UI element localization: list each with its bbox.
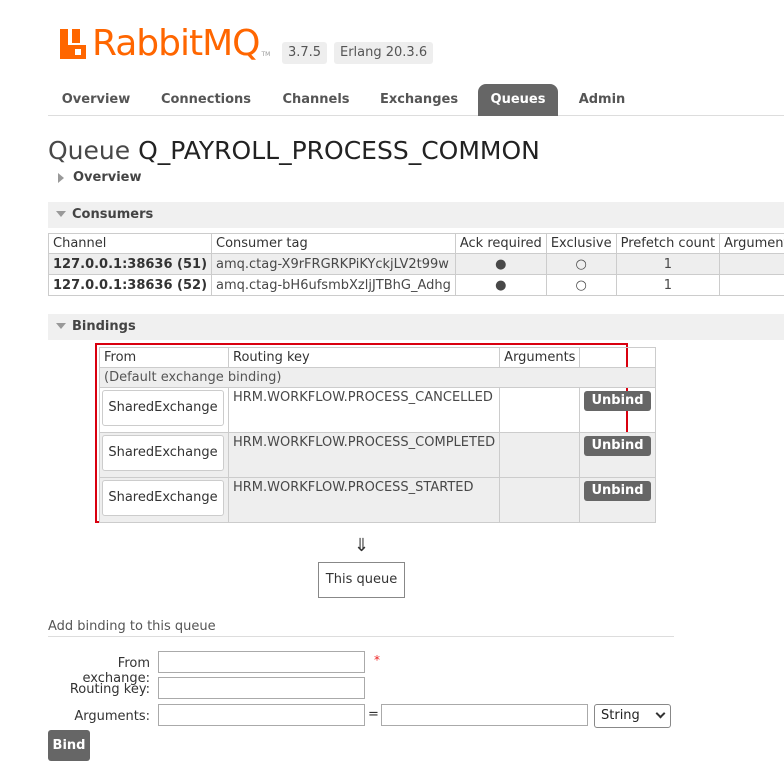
- table-row: (Default exchange binding): [99, 367, 656, 388]
- tab-queues[interactable]: Queues: [478, 84, 558, 116]
- table-row: SharedExchange HRM.WORKFLOW.PROCESS_CANC…: [99, 387, 656, 433]
- bindings-section-label: Bindings: [72, 319, 136, 334]
- unbind-button[interactable]: Unbind: [584, 481, 651, 501]
- column-header-arguments: Arguments: [499, 347, 581, 368]
- column-header-exclusive: Exclusive: [545, 233, 617, 254]
- tab-exchanges[interactable]: Exchanges: [374, 84, 464, 116]
- prefetch-count-value: 1: [615, 274, 721, 296]
- consumers-section-label: Consumers: [72, 207, 154, 222]
- rabbitmq-logo[interactable]: RabbitMQ TM: [60, 26, 270, 62]
- consumer-tag: amq.ctag-bH6ufsmbXzljJTBhG_Adhg: [211, 274, 456, 296]
- column-header-routing-key: Routing key: [227, 347, 501, 368]
- channel-link[interactable]: 127.0.0.1:38636 (51): [47, 253, 213, 275]
- equals-sign: =: [368, 707, 379, 722]
- exclusive-value: ○: [545, 274, 617, 296]
- expand-arrow-icon: [58, 172, 64, 183]
- tab-overview[interactable]: Overview: [48, 84, 144, 116]
- column-header-actions: [579, 347, 656, 368]
- bindings-section-header[interactable]: Bindings: [48, 314, 784, 340]
- exchange-link[interactable]: SharedExchange: [102, 390, 224, 426]
- down-arrow-icon: ⇓: [354, 535, 370, 556]
- exchange-link[interactable]: SharedExchange: [102, 435, 224, 471]
- main-nav-tabs: Overview Connections Channels Exchanges …: [48, 84, 784, 116]
- queue-name: Q_PAYROLL_PROCESS_COMMON: [138, 136, 540, 165]
- binding-arguments: [499, 432, 581, 478]
- routing-key: HRM.WORKFLOW.PROCESS_STARTED: [233, 480, 474, 495]
- this-queue-box: This queue: [318, 562, 405, 598]
- bindings-table: From Routing key Arguments (Default exch…: [99, 347, 656, 523]
- unbind-button[interactable]: Unbind: [584, 391, 651, 411]
- column-header-consumer-tag: Consumer tag: [211, 233, 456, 254]
- ack-required-value: ●: [454, 274, 547, 296]
- argument-type-select[interactable]: String: [594, 704, 671, 728]
- tab-admin[interactable]: Admin: [570, 84, 634, 116]
- collapse-arrow-icon: [56, 323, 66, 329]
- column-header-channel: Channel: [47, 233, 213, 254]
- add-binding-title: Add binding to this queue: [48, 619, 674, 637]
- binding-arguments: [499, 387, 581, 433]
- table-row: SharedExchange HRM.WORKFLOW.PROCESS_COMP…: [99, 432, 656, 478]
- column-header-ack-required: Ack required: [454, 233, 547, 254]
- routing-key: HRM.WORKFLOW.PROCESS_COMPLETED: [233, 435, 496, 450]
- erlang-version-badge: Erlang 20.3.6: [334, 42, 434, 64]
- channel-link[interactable]: 127.0.0.1:38636 (52): [47, 274, 213, 296]
- from-exchange-input[interactable]: [158, 651, 365, 673]
- argument-value-input[interactable]: [381, 704, 588, 726]
- consumer-tag: amq.ctag-X9rFRGRKPiKYckjLV2t99w: [211, 253, 456, 275]
- routing-key: HRM.WORKFLOW.PROCESS_CANCELLED: [233, 390, 493, 405]
- arguments-value: [719, 274, 784, 296]
- bind-button[interactable]: Bind: [48, 730, 90, 761]
- table-row: 127.0.0.1:38636 (51) amq.ctag-X9rFRGRKPi…: [47, 253, 784, 275]
- brand-name: RabbitMQ: [92, 23, 260, 64]
- page-title-prefix: Queue: [48, 136, 131, 165]
- routing-key-label: Routing key:: [69, 682, 150, 697]
- page-title: Queue Q_PAYROLL_PROCESS_COMMON: [48, 136, 540, 165]
- consumers-table: Channel Consumer tag Ack required Exclus…: [47, 233, 784, 296]
- collapse-arrow-icon: [56, 211, 66, 217]
- bindings-highlight-box: From Routing key Arguments (Default exch…: [95, 343, 656, 523]
- column-header-arguments: Arguments: [719, 233, 784, 254]
- arguments-label: Arguments:: [74, 709, 150, 724]
- trademark-mark: TM: [261, 51, 271, 58]
- routing-key-input[interactable]: [158, 677, 365, 699]
- table-row: 127.0.0.1:38636 (52) amq.ctag-bH6ufsmbXz…: [47, 274, 784, 296]
- column-header-from: From: [99, 347, 229, 368]
- tab-connections[interactable]: Connections: [152, 84, 260, 116]
- overview-section-label: Overview: [73, 170, 142, 185]
- table-row: SharedExchange HRM.WORKFLOW.PROCESS_STAR…: [99, 477, 656, 523]
- argument-type-selected: String: [601, 708, 640, 723]
- required-marker: *: [374, 653, 380, 667]
- exchange-link[interactable]: SharedExchange: [102, 480, 224, 516]
- unbind-button[interactable]: Unbind: [584, 436, 651, 456]
- argument-key-input[interactable]: [158, 704, 365, 726]
- arguments-value: [719, 253, 784, 275]
- column-header-prefetch-count: Prefetch count: [615, 233, 721, 254]
- default-exchange-binding: (Default exchange binding): [99, 367, 656, 388]
- rabbit-logo-icon: [60, 29, 86, 59]
- consumers-section-header[interactable]: Consumers: [48, 202, 784, 228]
- tab-channels[interactable]: Channels: [272, 84, 360, 116]
- exclusive-value: ○: [545, 253, 617, 275]
- prefetch-count-value: 1: [615, 253, 721, 275]
- overview-section-toggle[interactable]: Overview: [58, 170, 142, 185]
- binding-arguments: [499, 477, 581, 523]
- chevron-down-icon: [655, 708, 666, 719]
- version-badge: 3.7.5: [282, 42, 328, 64]
- ack-required-value: ●: [454, 253, 547, 275]
